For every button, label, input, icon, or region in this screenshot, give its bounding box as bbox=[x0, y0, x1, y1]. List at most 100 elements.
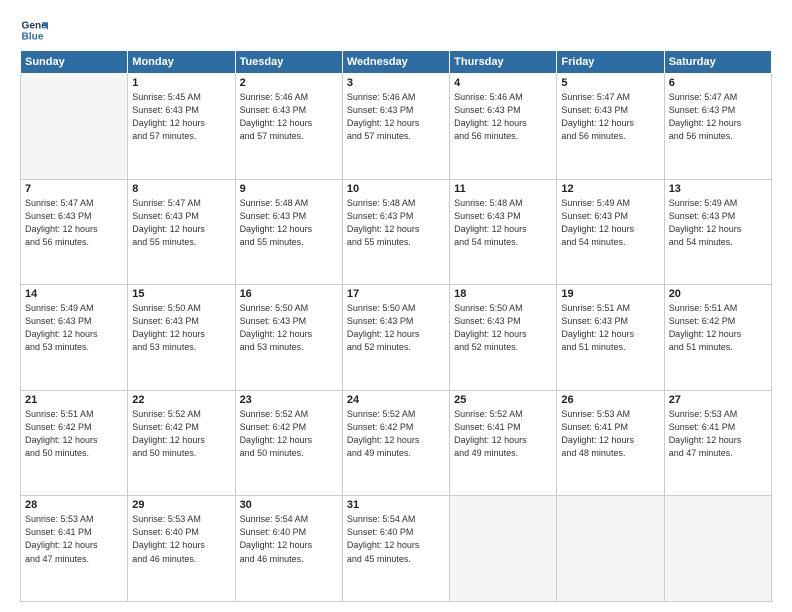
day-info: Sunrise: 5:50 AM Sunset: 6:43 PM Dayligh… bbox=[132, 302, 230, 354]
day-cell: 1 Sunrise: 5:45 AM Sunset: 6:43 PM Daylig… bbox=[128, 74, 235, 180]
day-info: Sunrise: 5:51 AM Sunset: 6:43 PM Dayligh… bbox=[561, 302, 659, 354]
day-number: 5 bbox=[561, 77, 659, 89]
day-number: 10 bbox=[347, 183, 445, 195]
calendar-page: General Blue SundayMondayTuesdayWednesda… bbox=[0, 0, 792, 612]
week-row-5: 28 Sunrise: 5:53 AM Sunset: 6:41 PM Dayli… bbox=[21, 496, 772, 602]
day-number: 7 bbox=[25, 183, 123, 195]
day-info: Sunrise: 5:49 AM Sunset: 6:43 PM Dayligh… bbox=[561, 197, 659, 249]
day-number: 19 bbox=[561, 288, 659, 300]
day-info: Sunrise: 5:53 AM Sunset: 6:40 PM Dayligh… bbox=[132, 513, 230, 565]
day-number: 4 bbox=[454, 77, 552, 89]
day-number: 21 bbox=[25, 394, 123, 406]
day-info: Sunrise: 5:54 AM Sunset: 6:40 PM Dayligh… bbox=[347, 513, 445, 565]
day-info: Sunrise: 5:51 AM Sunset: 6:42 PM Dayligh… bbox=[669, 302, 767, 354]
day-header-wednesday: Wednesday bbox=[342, 51, 449, 74]
day-number: 12 bbox=[561, 183, 659, 195]
day-info: Sunrise: 5:52 AM Sunset: 6:41 PM Dayligh… bbox=[454, 408, 552, 460]
day-info: Sunrise: 5:52 AM Sunset: 6:42 PM Dayligh… bbox=[132, 408, 230, 460]
day-cell: 23Sunrise: 5:52 AM Sunset: 6:42 PM Dayli… bbox=[235, 390, 342, 496]
day-header-saturday: Saturday bbox=[664, 51, 771, 74]
day-cell bbox=[450, 496, 557, 602]
day-info: Sunrise: 5:49 AM Sunset: 6:43 PM Dayligh… bbox=[25, 302, 123, 354]
day-number: 27 bbox=[669, 394, 767, 406]
day-cell: 10 Sunrise: 5:48 AM Sunset: 6:43 PM Dayli… bbox=[342, 179, 449, 285]
day-number: 1 bbox=[132, 77, 230, 89]
day-info: Sunrise: 5:46 AM Sunset: 6:43 PM Dayligh… bbox=[454, 91, 552, 143]
day-info: Sunrise: 5:50 AM Sunset: 6:43 PM Dayligh… bbox=[347, 302, 445, 354]
header-row: SundayMondayTuesdayWednesdayThursdayFrid… bbox=[21, 51, 772, 74]
day-header-tuesday: Tuesday bbox=[235, 51, 342, 74]
day-number: 14 bbox=[25, 288, 123, 300]
day-cell: 31 Sunrise: 5:54 AM Sunset: 6:40 PM Dayli… bbox=[342, 496, 449, 602]
day-cell bbox=[664, 496, 771, 602]
day-number: 16 bbox=[240, 288, 338, 300]
day-number: 25 bbox=[454, 394, 552, 406]
day-cell: 4 Sunrise: 5:46 AM Sunset: 6:43 PM Daylig… bbox=[450, 74, 557, 180]
header: General Blue bbox=[20, 16, 772, 44]
day-info: Sunrise: 5:51 AM Sunset: 6:42 PM Dayligh… bbox=[25, 408, 123, 460]
day-info: Sunrise: 5:53 AM Sunset: 6:41 PM Dayligh… bbox=[25, 513, 123, 565]
day-cell: 9 Sunrise: 5:48 AM Sunset: 6:43 PM Daylig… bbox=[235, 179, 342, 285]
day-info: Sunrise: 5:47 AM Sunset: 6:43 PM Dayligh… bbox=[669, 91, 767, 143]
day-cell: 14 Sunrise: 5:49 AM Sunset: 6:43 PM Dayli… bbox=[21, 285, 128, 391]
day-info: Sunrise: 5:53 AM Sunset: 6:41 PM Dayligh… bbox=[669, 408, 767, 460]
day-header-sunday: Sunday bbox=[21, 51, 128, 74]
day-cell: 22 Sunrise: 5:52 AM Sunset: 6:42 PM Dayli… bbox=[128, 390, 235, 496]
day-cell: 11 Sunrise: 5:48 AM Sunset: 6:43 PM Dayli… bbox=[450, 179, 557, 285]
day-cell: 27 Sunrise: 5:53 AM Sunset: 6:41 PM Dayli… bbox=[664, 390, 771, 496]
day-info: Sunrise: 5:45 AM Sunset: 6:43 PM Dayligh… bbox=[132, 91, 230, 143]
day-cell: 16 Sunrise: 5:50 AM Sunset: 6:43 PM Dayli… bbox=[235, 285, 342, 391]
day-cell: 2Sunrise: 5:46 AM Sunset: 6:43 PM Daylig… bbox=[235, 74, 342, 180]
day-number: 20 bbox=[669, 288, 767, 300]
day-cell: 25 Sunrise: 5:52 AM Sunset: 6:41 PM Dayli… bbox=[450, 390, 557, 496]
day-info: Sunrise: 5:46 AM Sunset: 6:43 PM Dayligh… bbox=[240, 91, 338, 143]
day-cell: 15 Sunrise: 5:50 AM Sunset: 6:43 PM Dayli… bbox=[128, 285, 235, 391]
day-info: Sunrise: 5:54 AM Sunset: 6:40 PM Dayligh… bbox=[240, 513, 338, 565]
day-number: 11 bbox=[454, 183, 552, 195]
day-number: 13 bbox=[669, 183, 767, 195]
day-cell: 18 Sunrise: 5:50 AM Sunset: 6:43 PM Dayli… bbox=[450, 285, 557, 391]
day-number: 3 bbox=[347, 77, 445, 89]
day-info: Sunrise: 5:48 AM Sunset: 6:43 PM Dayligh… bbox=[454, 197, 552, 249]
day-info: Sunrise: 5:52 AM Sunset: 6:42 PM Dayligh… bbox=[240, 408, 338, 460]
day-cell: 8 Sunrise: 5:47 AM Sunset: 6:43 PM Daylig… bbox=[128, 179, 235, 285]
day-info: Sunrise: 5:48 AM Sunset: 6:43 PM Dayligh… bbox=[347, 197, 445, 249]
day-number: 26 bbox=[561, 394, 659, 406]
day-number: 29 bbox=[132, 499, 230, 511]
day-number: 31 bbox=[347, 499, 445, 511]
day-number: 22 bbox=[132, 394, 230, 406]
day-info: Sunrise: 5:52 AM Sunset: 6:42 PM Dayligh… bbox=[347, 408, 445, 460]
day-info: Sunrise: 5:47 AM Sunset: 6:43 PM Dayligh… bbox=[132, 197, 230, 249]
day-header-friday: Friday bbox=[557, 51, 664, 74]
day-cell: 21 Sunrise: 5:51 AM Sunset: 6:42 PM Dayli… bbox=[21, 390, 128, 496]
day-number: 30 bbox=[240, 499, 338, 511]
day-info: Sunrise: 5:46 AM Sunset: 6:43 PM Dayligh… bbox=[347, 91, 445, 143]
day-info: Sunrise: 5:47 AM Sunset: 6:43 PM Dayligh… bbox=[561, 91, 659, 143]
day-number: 15 bbox=[132, 288, 230, 300]
logo: General Blue bbox=[20, 16, 52, 44]
day-info: Sunrise: 5:50 AM Sunset: 6:43 PM Dayligh… bbox=[454, 302, 552, 354]
day-cell: 6 Sunrise: 5:47 AM Sunset: 6:43 PM Daylig… bbox=[664, 74, 771, 180]
day-number: 17 bbox=[347, 288, 445, 300]
day-number: 28 bbox=[25, 499, 123, 511]
day-cell: 13 Sunrise: 5:49 AM Sunset: 6:43 PM Dayli… bbox=[664, 179, 771, 285]
day-header-thursday: Thursday bbox=[450, 51, 557, 74]
day-info: Sunrise: 5:53 AM Sunset: 6:41 PM Dayligh… bbox=[561, 408, 659, 460]
day-number: 18 bbox=[454, 288, 552, 300]
day-cell: 7Sunrise: 5:47 AM Sunset: 6:43 PM Daylig… bbox=[21, 179, 128, 285]
day-info: Sunrise: 5:49 AM Sunset: 6:43 PM Dayligh… bbox=[669, 197, 767, 249]
week-row-2: 7 Sunrise: 5:47 AM Sunset: 6:43 PM Daylig… bbox=[21, 179, 772, 285]
day-cell bbox=[557, 496, 664, 602]
day-cell: 20 Sunrise: 5:51 AM Sunset: 6:42 PM Dayli… bbox=[664, 285, 771, 391]
svg-text:General: General bbox=[22, 20, 48, 31]
day-number: 9 bbox=[240, 183, 338, 195]
day-info: Sunrise: 5:50 AM Sunset: 6:43 PM Dayligh… bbox=[240, 302, 338, 354]
day-cell: 5 Sunrise: 5:47 AM Sunset: 6:43 PM Daylig… bbox=[557, 74, 664, 180]
day-info: Sunrise: 5:48 AM Sunset: 6:43 PM Dayligh… bbox=[240, 197, 338, 249]
day-number: 6 bbox=[669, 77, 767, 89]
day-cell bbox=[21, 74, 128, 180]
day-cell: 12 Sunrise: 5:49 AM Sunset: 6:43 PM Dayli… bbox=[557, 179, 664, 285]
calendar-table: SundayMondayTuesdayWednesdayThursdayFrid… bbox=[20, 50, 772, 602]
day-number: 8 bbox=[132, 183, 230, 195]
day-header-monday: Monday bbox=[128, 51, 235, 74]
